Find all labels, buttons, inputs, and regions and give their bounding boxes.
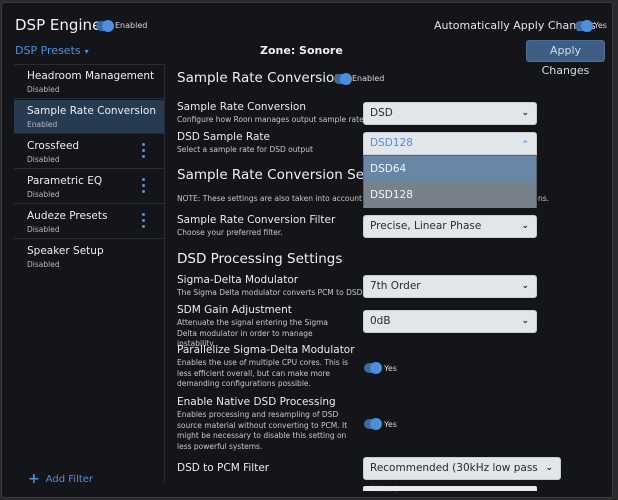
sidebar-item-status: Enabled	[27, 120, 58, 129]
pcm-filter-label: DSD to PCM Filter	[177, 462, 270, 474]
dropdown-option-dsd64[interactable]: DSD64	[364, 156, 536, 182]
dsd-processing-title: DSD Processing Settings	[177, 251, 343, 267]
sidebar-item-name: Audeze Presets	[27, 210, 108, 222]
src-settings-note: NOTE: These settings are also taken into…	[177, 194, 385, 203]
sdm-description: The Sigma Delta modulator converts PCM t…	[177, 288, 363, 297]
sidebar-item-status: Disabled	[27, 190, 60, 199]
sidebar-item-status: Disabled	[27, 225, 60, 234]
auto-apply-value: Yes	[594, 21, 607, 30]
chevron-down-icon: ⌄	[521, 221, 529, 231]
dsd-rate-description: Select a sample rate for DSD output	[177, 145, 313, 154]
chevron-down-icon: ⌄	[521, 108, 529, 118]
auto-apply-label: Automatically Apply Changes	[434, 19, 596, 32]
dsd-rate-dropdown-menu: DSD64 DSD128	[363, 155, 537, 208]
src-settings-title: Sample Rate Conversion Settin	[177, 167, 387, 183]
sidebar-item-name: Speaker Setup	[27, 245, 104, 257]
sidebar-item-parametric-eq[interactable]: Parametric EQ Disabled	[14, 170, 164, 204]
sidebar-item-status: Disabled	[27, 260, 60, 269]
dropdown-option-dsd128[interactable]: DSD128	[364, 182, 536, 208]
native-dsd-toggle-value: Yes	[384, 420, 397, 429]
sdm-select-value: 7th Order	[370, 280, 421, 292]
src-description: Configure how Roon manages output sample…	[177, 115, 367, 124]
chevron-down-icon: ⌄	[545, 463, 553, 473]
dsd-rate-select[interactable]: DSD128 ⌃	[363, 132, 537, 155]
add-filter-label: Add Filter	[45, 474, 94, 485]
chevron-down-icon: ⌄	[521, 316, 529, 326]
native-dsd-label: Enable Native DSD Processing	[177, 396, 336, 408]
dsp-engine-toggle-label: Enabled	[115, 21, 148, 30]
dialog-title: DSP Engine	[15, 16, 102, 34]
dsd-rate-select-value: DSD128	[370, 137, 413, 149]
dsp-presets-dropdown[interactable]: DSP Presets ▾	[15, 44, 89, 57]
gain-label: SDM Gain Adjustment	[177, 304, 292, 316]
sidebar-item-audeze-presets[interactable]: Audeze Presets Disabled	[14, 205, 164, 239]
chevron-up-icon: ⌃	[521, 140, 529, 150]
gain-select-value: 0dB	[370, 315, 391, 327]
add-filter-button[interactable]: + Add Filter	[28, 471, 93, 487]
sidebar-item-sample-rate-conversion[interactable]: Sample Rate Conversion Enabled	[14, 100, 164, 134]
sidebar-item-crossfeed[interactable]: Crossfeed Disabled	[14, 135, 164, 169]
gain-select[interactable]: 0dB ⌄	[363, 310, 537, 333]
parallel-description: Enables the use of multiple CPU cores. T…	[177, 358, 349, 388]
parallel-label: Parallelize Sigma-Delta Modulator	[177, 344, 355, 356]
sidebar-item-name: Parametric EQ	[27, 175, 103, 187]
native-dsd-toggle[interactable]	[364, 418, 382, 430]
filter-description: Choose your preferred filter.	[177, 228, 283, 237]
zone-label: Zone: Sonore	[260, 44, 343, 57]
native-dsd-description: Enables processing and resampling of DSD…	[177, 410, 348, 451]
sdm-select[interactable]: 7th Order ⌄	[363, 275, 537, 298]
filter-label: Sample Rate Conversion Filter	[177, 214, 336, 226]
section-enabled-toggle[interactable]	[334, 73, 352, 85]
chevron-down-icon: ⌄	[521, 281, 529, 291]
sidebar-item-status: Disabled	[27, 155, 60, 164]
more-options-icon[interactable]	[140, 178, 146, 196]
auto-apply-toggle[interactable]	[575, 20, 593, 32]
more-options-icon[interactable]	[140, 213, 146, 231]
pcm-filter-select[interactable]: Recommended (30kHz low pass filter) ⌄	[363, 457, 561, 495]
src-select-value: DSD	[370, 107, 393, 119]
filter-select[interactable]: Precise, Linear Phase ⌄	[363, 215, 537, 238]
sidebar-item-name: Crossfeed	[27, 140, 80, 152]
sidebar-item-name: Headroom Management	[27, 70, 155, 82]
sidebar-item-name: Sample Rate Conversion	[27, 105, 156, 117]
plus-icon: +	[28, 471, 40, 487]
filter-sidebar: Headroom Management Disabled Sample Rate…	[14, 64, 165, 482]
dsd-rate-label: DSD Sample Rate	[177, 131, 270, 143]
more-options-icon[interactable]	[140, 143, 146, 161]
src-select[interactable]: DSD ⌄	[363, 102, 537, 125]
parallel-toggle[interactable]	[364, 362, 382, 374]
sdm-label: Sigma-Delta Modulator	[177, 274, 299, 286]
dsp-engine-toggle[interactable]	[96, 20, 114, 32]
sidebar-item-headroom-management[interactable]: Headroom Management Disabled	[14, 65, 164, 99]
dsp-engine-dialog: DSP Engine Enabled Automatically Apply C…	[1, 2, 613, 498]
parallel-toggle-value: Yes	[384, 364, 397, 373]
apply-changes-button[interactable]: Apply Changes	[526, 40, 605, 77]
src-label: Sample Rate Conversion	[177, 101, 306, 113]
caret-down-icon: ▾	[84, 47, 89, 56]
sidebar-item-speaker-setup[interactable]: Speaker Setup Disabled	[14, 240, 164, 274]
section-enabled-label: Enabled	[352, 74, 385, 83]
section-title: Sample Rate Conversion	[177, 70, 343, 86]
dsp-presets-label: DSP Presets	[15, 44, 81, 57]
filter-select-value: Precise, Linear Phase	[370, 220, 482, 232]
sidebar-item-status: Disabled	[27, 85, 60, 94]
src-settings-note-tail: ns.	[538, 194, 550, 203]
next-select-partial[interactable]	[363, 486, 537, 491]
